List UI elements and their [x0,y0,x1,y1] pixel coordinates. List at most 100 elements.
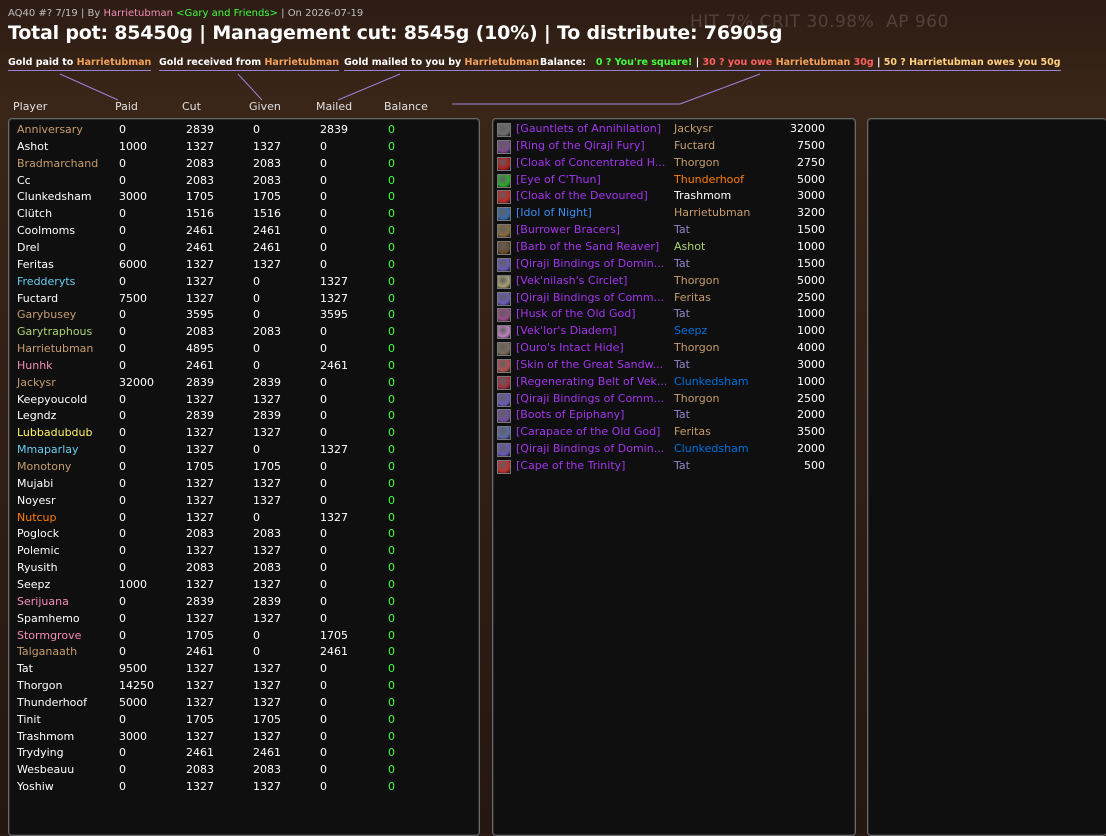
player-balance: 0 [388,460,395,473]
loot-row[interactable]: [Qiraji Bindings of Comm... Feritas 2500 [497,291,851,308]
loot-item-link[interactable]: [Qiraji Bindings of Domin... [516,257,666,270]
player-name: Mmaparlay [17,443,79,457]
loot-winner: Feritas [674,425,711,439]
loot-item-link[interactable]: [Qiraji Bindings of Comm... [516,291,666,304]
player-cut: 1327 [186,510,214,524]
player-balance: 0 [388,712,395,726]
loot-item-link[interactable]: [Carapace of the Old God] [516,425,666,438]
loot-row[interactable]: [Boots of Epiphany] Tat 2000 [497,408,851,425]
loot-item-link[interactable]: [Vek'lor's Diadem] [516,324,666,337]
loot-item-link[interactable]: [Cape of the Trinity] [516,459,666,472]
player-paid: 0 [119,207,126,221]
player-balance: 0 [388,375,395,389]
player-paid: 0 [119,358,126,372]
loot-winner: Feritas [674,290,711,304]
loot-item-link[interactable]: [Husk of the Old God] [516,307,666,320]
loot-item-link[interactable]: [Skin of the Great Sandw... [516,358,666,371]
loot-row[interactable]: [Husk of the Old God] Tat 1000 [497,307,851,324]
loot-row[interactable]: [Qiraji Bindings of Domin... Tat 1500 [497,257,851,274]
player-given: 2083 [253,561,281,575]
loot-item-link[interactable]: [Cloak of Concentrated H... [516,156,666,169]
player-mailed: 0 [320,679,327,693]
player-paid: 5000 [119,695,147,709]
loot-row[interactable]: [Cloak of Concentrated H... Thorgon 2750 [497,156,851,173]
loot-item-link[interactable]: [Ouro's Intact Hide] [516,341,666,354]
loot-item-link[interactable]: [Ring of the Qiraji Fury] [516,139,666,152]
loot-row[interactable]: [Barb of the Sand Reaver] Ashot 1000 [497,240,851,257]
loot-row[interactable]: [Vek'nilash's Circlet] Thorgon 5000 [497,274,851,291]
loot-item-link[interactable]: [Idol of Night] [516,206,666,219]
player-name: Drel [17,240,40,254]
player-paid: 0 [119,224,126,238]
loot-panel[interactable]: [Gauntlets of Annihilation] Jackysr 32000[… [492,118,856,836]
loot-item-link[interactable]: [Eye of C'Thun] [516,173,666,186]
loot-item-link[interactable]: [Qiraji Bindings of Comm... [516,392,666,405]
loot-row[interactable]: [Carapace of the Old God] Feritas 3500 [497,425,851,442]
loot-item-link[interactable]: [Boots of Epiphany] [516,408,666,421]
player-cut: 2461 [186,240,214,254]
col-cut[interactable]: Cut [182,100,201,113]
player-paid: 0 [119,123,126,136]
loot-row[interactable]: [Eye of C'Thun] Thunderhoof 5000 [497,173,851,190]
player-balance: 0 [388,493,395,507]
loot-winner: Thorgon [674,273,720,287]
player-given: 1327 [253,257,281,271]
legend-paid: Gold paid to Harrietubman [8,57,152,71]
loot-item-link[interactable]: [Gauntlets of Annihilation] [516,122,666,135]
player-mailed: 0 [320,611,327,625]
player-mailed: 0 [320,392,327,406]
players-panel[interactable]: Anniversary 0 2839 0 2839 0 Ashot 1000 1327 1327 0… [8,118,480,836]
player-balance: 0 [388,240,395,254]
player-paid: 0 [119,510,126,524]
loot-row[interactable]: [Idol of Night] Harrietubman 3200 [497,206,851,223]
loot-row[interactable]: [Gauntlets of Annihilation] Jackysr 32000 [497,122,851,139]
loot-row[interactable]: [Skin of the Great Sandw... Tat 3000 [497,358,851,375]
loot-row[interactable]: [Ouro's Intact Hide] Thorgon 4000 [497,341,851,358]
loot-item-link[interactable]: [Burrower Bracers] [516,223,666,236]
loot-item-link[interactable]: [Cloak of the Devoured] [516,189,666,202]
col-balance[interactable]: Balance [384,100,428,113]
loot-row[interactable]: [Qiraji Bindings of Domin... Clunkedsham 2… [497,442,851,459]
player-paid: 0 [119,392,126,406]
player-paid: 0 [119,628,126,642]
player-name: Clütch [17,207,53,221]
loot-winner: Tat [674,307,690,321]
col-given[interactable]: Given [249,100,281,113]
player-paid: 0 [119,173,126,187]
player-cut: 1327 [186,139,214,153]
player-balance: 0 [388,679,395,693]
player-mailed: 0 [320,375,327,389]
col-paid[interactable]: Paid [115,100,138,113]
loot-item-link[interactable]: [Barb of the Sand Reaver] [516,240,666,253]
player-given: 0 [253,358,260,372]
player-balance: 0 [388,695,395,709]
loot-winner: Thorgon [674,341,720,355]
loot-item-link[interactable]: [Qiraji Bindings of Domin... [516,442,666,455]
loot-item-link[interactable]: [Regenerating Belt of Vek... [516,375,666,388]
player-paid: 7500 [119,291,147,305]
loot-row[interactable]: [Cloak of the Devoured] Trashmom 3000 [497,189,851,206]
loot-row[interactable]: [Regenerating Belt of Vek... Clunkedsham 1… [497,375,851,392]
player-balance: 0 [388,308,395,322]
player-cut: 1705 [186,712,214,726]
col-mailed[interactable]: Mailed [316,100,352,113]
player-balance: 0 [388,628,395,642]
loot-row[interactable]: [Cape of the Trinity] Tat 500 [497,459,851,476]
player-cut: 1327 [186,392,214,406]
player-name: Stormgrove [17,628,82,642]
player-balance: 0 [388,224,395,238]
player-cut: 1327 [186,291,214,305]
player-given: 1327 [253,695,281,709]
loot-item-link[interactable]: [Vek'nilash's Circlet] [516,274,666,287]
player-paid: 0 [119,443,126,457]
col-player[interactable]: Player [13,100,47,113]
loot-row[interactable]: [Ring of the Qiraji Fury] Fuctard 7500 [497,139,851,156]
player-balance: 0 [388,561,395,575]
loot-row[interactable]: [Vek'lor's Diadem] Seepz 1000 [497,324,851,341]
bracers-icon [497,224,511,239]
player-given: 2461 [253,240,281,254]
player-cut: 2083 [186,156,214,170]
player-name: Trydying [17,746,64,760]
loot-row[interactable]: [Burrower Bracers] Tat 1500 [497,223,851,240]
loot-row[interactable]: [Qiraji Bindings of Comm... Thorgon 2500 [497,392,851,409]
